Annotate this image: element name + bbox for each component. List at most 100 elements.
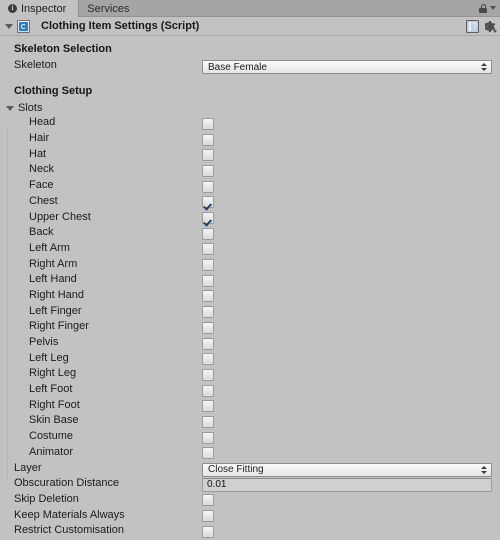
slot-checkbox[interactable] <box>202 133 214 146</box>
tab-services-label: Services <box>87 2 130 15</box>
slots-list: Head Hair Hat Neck Face Chest Upper Chest Back L… <box>0 116 500 461</box>
slot-checkbox[interactable] <box>202 321 214 334</box>
skeleton-selection-heading: Skeleton Selection <box>14 43 112 55</box>
chevron-down-icon[interactable] <box>490 6 496 10</box>
help-icon[interactable] <box>466 19 479 33</box>
skeleton-dropdown-value: Base Female <box>208 61 267 73</box>
property-checkbox[interactable] <box>202 525 214 538</box>
triangle-down-icon[interactable] <box>5 23 13 29</box>
property-row: Layer Close Fitting <box>0 462 500 478</box>
component-header[interactable]: Clothing Item Settings (Script) <box>0 17 500 36</box>
slot-checkbox[interactable] <box>202 117 214 130</box>
tab-inspector-label: Inspector <box>21 2 67 15</box>
slot-label: Costume <box>29 430 74 443</box>
layer-dropdown-value: Close Fitting <box>208 464 264 475</box>
slot-row: Pelvis <box>0 336 500 352</box>
slot-checkbox[interactable] <box>202 164 214 177</box>
slot-checkbox[interactable] <box>202 274 214 287</box>
slot-label: Left Arm <box>29 241 70 254</box>
slot-row: Left Leg <box>0 352 500 368</box>
slot-label: Skin Base <box>29 414 79 427</box>
slot-row: Face <box>0 179 500 195</box>
property-checkbox[interactable] <box>202 510 214 523</box>
lock-icon[interactable] <box>479 3 487 13</box>
slot-row: Right Hand <box>0 289 500 305</box>
slot-row: Head <box>0 116 500 132</box>
slot-checkbox[interactable] <box>202 149 214 162</box>
slot-checkbox[interactable] <box>202 415 214 428</box>
slot-label: Right Finger <box>29 320 89 333</box>
property-label: Skip Deletion <box>14 492 79 505</box>
slot-row: Right Foot <box>0 399 500 415</box>
slot-checkbox[interactable] <box>202 290 214 303</box>
slot-checkbox[interactable] <box>202 368 214 381</box>
slot-label: Back <box>29 226 54 239</box>
slot-label: Hair <box>29 132 50 145</box>
skeleton-label: Skeleton <box>14 59 57 71</box>
slot-checkbox[interactable] <box>202 212 214 224</box>
slot-label: Right Arm <box>29 257 78 270</box>
obscuration-distance-input[interactable]: 0.01 <box>202 478 492 493</box>
slot-row: Upper Chest <box>0 211 500 227</box>
slot-row: Left Hand <box>0 273 500 289</box>
slot-checkbox[interactable] <box>202 431 214 444</box>
slots-label: Slots <box>0 101 42 117</box>
slot-checkbox[interactable] <box>202 227 214 240</box>
slot-checkbox[interactable] <box>202 180 214 193</box>
property-label: Obscuration Distance <box>14 477 120 490</box>
slot-label: Left Leg <box>29 351 69 364</box>
dropdown-arrows-icon <box>481 465 487 474</box>
slot-row: Right Arm <box>0 258 500 274</box>
layer-dropdown[interactable]: Close Fitting <box>202 462 492 477</box>
row-skeleton: Skeleton Base Female <box>0 59 500 75</box>
tabbar-controls <box>479 0 500 16</box>
property-row: Restrict Customisation <box>0 524 500 540</box>
slot-row: Skin Base <box>0 414 500 430</box>
property-checkbox[interactable] <box>202 494 214 507</box>
slot-checkbox[interactable] <box>202 196 214 209</box>
slot-label: Hat <box>29 147 47 160</box>
tab-inspector[interactable]: i Inspector <box>0 0 80 17</box>
slot-checkbox[interactable] <box>202 447 214 460</box>
slot-row: Right Leg <box>0 367 500 383</box>
inspector-tabbar: i Inspector Services <box>0 0 500 17</box>
slot-checkbox[interactable] <box>202 400 214 413</box>
component-title: Clothing Item Settings (Script) <box>41 20 200 32</box>
gear-icon[interactable] <box>484 20 497 33</box>
slot-label: Neck <box>29 163 55 176</box>
skeleton-dropdown[interactable]: Base Female <box>202 60 492 74</box>
info-icon: i <box>8 4 17 13</box>
slot-label: Right Foot <box>29 398 80 411</box>
slot-row: Animator <box>0 446 500 462</box>
slots-foldout[interactable]: Slots <box>0 101 500 117</box>
slot-checkbox[interactable] <box>202 384 214 397</box>
slot-label: Chest <box>29 194 58 207</box>
property-row: Skip Deletion <box>0 493 500 509</box>
slot-row: Left Foot <box>0 383 500 399</box>
slot-label: Pelvis <box>29 336 59 348</box>
slot-checkbox[interactable] <box>202 259 214 272</box>
slot-label: Left Hand <box>29 273 77 286</box>
slot-checkbox[interactable] <box>202 243 214 256</box>
slot-row: Chest <box>0 195 500 211</box>
property-label: Restrict Customisation <box>14 524 125 537</box>
slot-label: Face <box>29 179 54 192</box>
slot-checkbox[interactable] <box>202 337 214 350</box>
slot-checkbox[interactable] <box>202 353 214 366</box>
script-icon <box>17 19 30 33</box>
slot-label: Upper Chest <box>29 210 91 223</box>
tab-services[interactable]: Services <box>79 0 141 17</box>
slot-label: Left Foot <box>29 383 73 396</box>
slot-row: Hat <box>0 148 500 164</box>
property-row: Obscuration Distance 0.01 <box>0 477 500 493</box>
property-label: Keep Materials Always <box>14 508 125 521</box>
slot-checkbox[interactable] <box>202 306 214 319</box>
slot-row: Left Arm <box>0 242 500 258</box>
dropdown-arrows-icon <box>481 63 487 71</box>
slot-row: Back <box>0 226 500 242</box>
inspector-body: Skeleton Selection Skeleton Base Female … <box>0 36 500 538</box>
slot-row: Neck <box>0 163 500 179</box>
slot-row: Hair <box>0 132 500 148</box>
property-label: Layer <box>14 461 42 474</box>
property-row: Keep Materials Always <box>0 509 500 525</box>
